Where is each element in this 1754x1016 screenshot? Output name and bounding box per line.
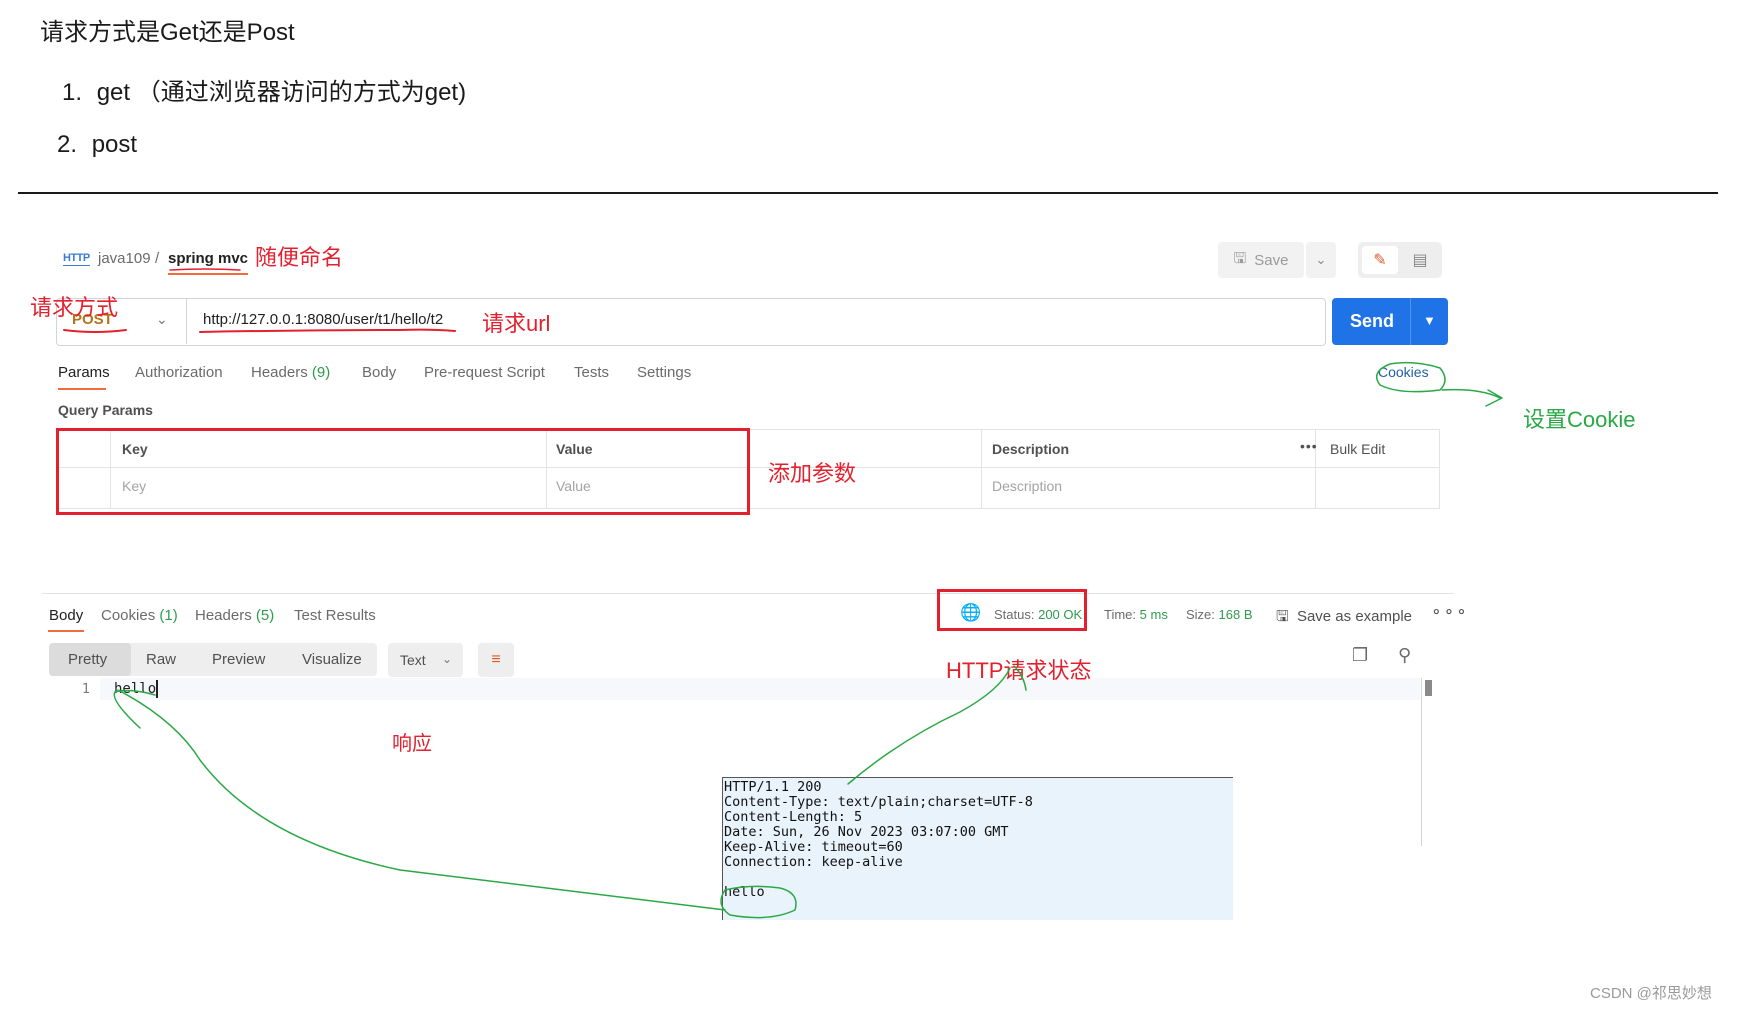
hello-link-stroke bbox=[117, 689, 726, 911]
raw-hello-circle-stroke bbox=[720, 885, 797, 919]
annotation-strokes bbox=[63, 268, 1503, 919]
url-underline-stroke bbox=[199, 328, 456, 333]
name-underline-stroke bbox=[169, 268, 241, 271]
method-underline-stroke bbox=[63, 329, 127, 333]
watermark: CSDN @祁思妙想 bbox=[1590, 985, 1712, 1002]
cookies-arrow-stroke bbox=[1441, 388, 1501, 399]
cookies-circle-stroke bbox=[1375, 361, 1446, 393]
status-arrowhead-stroke bbox=[1013, 665, 1027, 691]
status-link-stroke bbox=[847, 667, 1011, 785]
